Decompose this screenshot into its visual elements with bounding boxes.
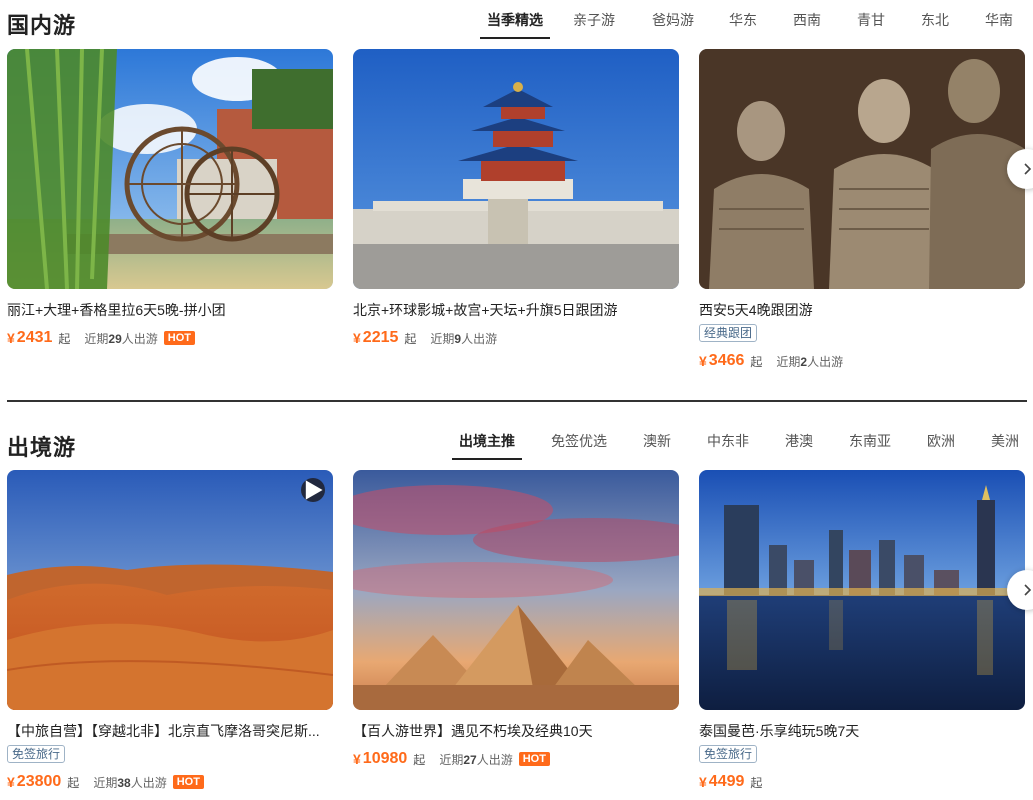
- outbound-card-1[interactable]: 【中旅自营】【穿越北非】北京直飞摩洛哥突尼斯... 免签旅行 ¥ 23800 起…: [7, 470, 333, 793]
- recent-suffix: 人出游: [121, 331, 158, 346]
- price-value: 3466: [708, 352, 745, 369]
- recent-travelers: 近期29人出游: [84, 330, 157, 347]
- price-suffix: 起: [750, 354, 763, 369]
- chevron-right-icon: [1024, 163, 1032, 175]
- tab-domestic-family[interactable]: 亲子游: [571, 7, 617, 33]
- recent-travelers: 近期38人出游: [93, 774, 166, 791]
- recent-suffix: 人出游: [130, 775, 167, 790]
- recent-suffix: 人出游: [461, 331, 498, 346]
- card-title[interactable]: 【百人游世界】遇见不朽埃及经典10天: [353, 722, 679, 740]
- outbound-tabs: 出境主推 免签优选 澳新 中东非 港澳 东南亚 欧洲 美洲: [452, 428, 1020, 460]
- temple-of-heaven-photo[interactable]: [353, 49, 679, 289]
- domestic-card-2[interactable]: 北京+环球影城+故宫+天坛+升旗5日跟团游 ¥ 2215 起 近期9人出游: [353, 49, 679, 349]
- tab-outbound-hk-macau[interactable]: 港澳: [784, 428, 814, 454]
- section-divider: [7, 400, 1027, 402]
- price-suffix: 起: [58, 331, 71, 346]
- card-title[interactable]: 泰国曼芭·乐享纯玩5晚7天: [699, 722, 1025, 740]
- price-suffix: 起: [67, 775, 80, 790]
- tab-domestic-southwest[interactable]: 西南: [790, 7, 824, 33]
- tab-outbound-visa-free[interactable]: 免签优选: [550, 428, 608, 454]
- recent-count: 29: [108, 331, 122, 346]
- tab-outbound-americas[interactable]: 美洲: [990, 428, 1020, 454]
- price-row: ¥ 23800 起 近期38人出游 HOT: [7, 771, 333, 793]
- hot-badge: HOT: [518, 752, 550, 766]
- play-video-button[interactable]: [301, 478, 325, 502]
- price-row: ¥ 2215 起 近期9人出游: [353, 327, 679, 349]
- card-title[interactable]: 丽江+大理+香格里拉6天5晚-拼小团: [7, 301, 333, 319]
- hot-badge: HOT: [163, 331, 196, 345]
- currency-symbol: ¥: [7, 774, 15, 790]
- price-suffix: 起: [413, 752, 426, 767]
- recent-prefix: 近期: [430, 331, 455, 346]
- price-value: 2431: [16, 329, 53, 346]
- recent-prefix: 近期: [439, 752, 464, 767]
- recent-prefix: 近期: [93, 775, 118, 790]
- price-row: ¥ 10980 起 近期27人出游 HOT: [353, 748, 679, 770]
- domestic-tabs: 当季精选 亲子游 爸妈游 华东 西南 青甘 东北 华南: [480, 7, 1016, 39]
- recent-travelers: 近期2人出游: [776, 353, 843, 370]
- chevron-right-icon: [1024, 584, 1032, 596]
- bangkok-skyline-photo[interactable]: [699, 470, 1025, 710]
- recent-travelers: 近期9人出游: [430, 330, 497, 347]
- tab-outbound-aunz[interactable]: 澳新: [642, 428, 672, 454]
- recent-prefix: 近期: [84, 331, 109, 346]
- price-suffix: 起: [404, 331, 417, 346]
- price-row: ¥ 2431 起 近期29人出游 HOT: [7, 327, 333, 349]
- terracotta-warriors-photo[interactable]: [699, 49, 1025, 289]
- domestic-card-3[interactable]: 西安5天4晚跟团游 经典跟团 ¥ 3466 起 近期2人出游: [699, 49, 1025, 372]
- outbound-card-2[interactable]: 【百人游世界】遇见不朽埃及经典10天 ¥ 10980 起 近期27人出游 HOT: [353, 470, 679, 770]
- card-title[interactable]: 【中旅自营】【穿越北非】北京直飞摩洛哥突尼斯...: [7, 722, 333, 740]
- card-title[interactable]: 北京+环球影城+故宫+天坛+升旗5日跟团游: [353, 301, 679, 319]
- tab-outbound-featured[interactable]: 出境主推: [452, 428, 522, 460]
- currency-symbol: ¥: [699, 353, 707, 369]
- price-row: ¥ 4499 起: [699, 771, 1025, 793]
- recent-count: 27: [463, 752, 477, 767]
- tab-outbound-europe[interactable]: 欧洲: [926, 428, 956, 454]
- recent-prefix: 近期: [776, 354, 801, 369]
- tab-outbound-me-africa[interactable]: 中东非: [706, 428, 750, 454]
- outbound-card-3[interactable]: 泰国曼芭·乐享纯玩5晚7天 免签旅行 ¥ 4499 起: [699, 470, 1025, 793]
- currency-symbol: ¥: [353, 751, 361, 767]
- tab-outbound-sea[interactable]: 东南亚: [848, 428, 892, 454]
- price-suffix: 起: [750, 775, 763, 790]
- recent-count: 38: [117, 775, 131, 790]
- lijiang-waterwheel-photo[interactable]: [7, 49, 333, 289]
- tour-tag: 免签旅行: [7, 745, 66, 763]
- play-icon: [305, 480, 323, 500]
- price-value: 23800: [16, 773, 62, 790]
- price-value: 4499: [708, 773, 745, 790]
- tab-domestic-seasonal[interactable]: 当季精选: [480, 7, 550, 39]
- outbound-section-title: 出境游: [7, 435, 77, 460]
- tab-domestic-qinggan[interactable]: 青甘: [854, 7, 888, 33]
- card-title[interactable]: 西安5天4晚跟团游: [699, 301, 1025, 319]
- tour-tag: 免签旅行: [699, 745, 758, 763]
- domestic-card-1[interactable]: 丽江+大理+香格里拉6天5晚-拼小团 ¥ 2431 起 近期29人出游 HOT: [7, 49, 333, 349]
- sahara-desert-photo[interactable]: [7, 470, 333, 710]
- price-value: 10980: [362, 750, 408, 767]
- currency-symbol: ¥: [7, 330, 15, 346]
- egypt-pyramids-photo[interactable]: [353, 470, 679, 710]
- recent-travelers: 近期27人出游: [439, 751, 512, 768]
- currency-symbol: ¥: [353, 330, 361, 346]
- hot-badge: HOT: [172, 775, 204, 789]
- domestic-section-title: 国内游: [7, 13, 77, 38]
- tab-domestic-east[interactable]: 华东: [726, 7, 760, 33]
- currency-symbol: ¥: [699, 774, 707, 790]
- tab-domestic-south[interactable]: 华南: [982, 7, 1016, 33]
- recent-suffix: 人出游: [807, 354, 844, 369]
- recent-suffix: 人出游: [476, 752, 513, 767]
- tour-tag: 经典跟团: [699, 324, 758, 342]
- price-row: ¥ 3466 起 近期2人出游: [699, 350, 1025, 372]
- price-value: 2215: [362, 329, 399, 346]
- tab-domestic-northeast[interactable]: 东北: [918, 7, 952, 33]
- tab-domestic-parents[interactable]: 爸妈游: [650, 7, 696, 33]
